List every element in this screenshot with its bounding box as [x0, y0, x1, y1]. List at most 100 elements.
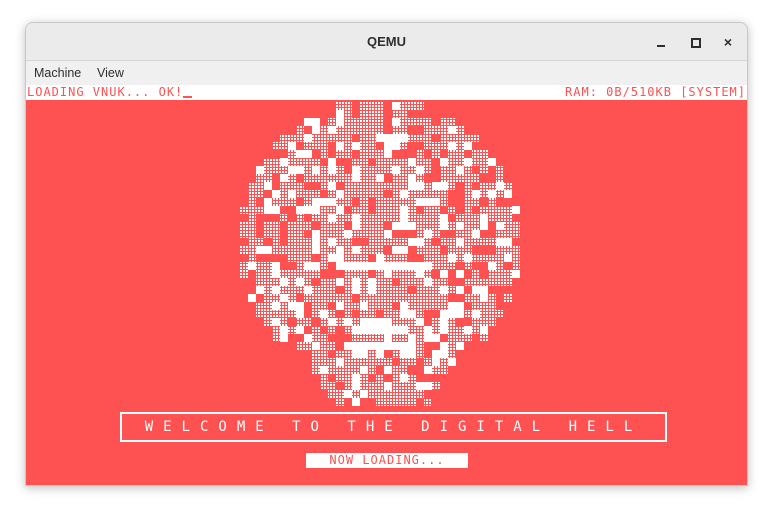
art-pixel	[304, 270, 312, 278]
art-pixel	[504, 222, 512, 230]
art-pixel	[472, 230, 480, 238]
vm-display[interactable]: LOADING VNUK... OK! RAM: 0B/510KB [SYSTE…	[26, 85, 747, 485]
art-pixel	[480, 254, 488, 262]
art-pixel	[280, 182, 288, 190]
art-pixel	[264, 286, 272, 294]
art-pixel	[312, 190, 320, 198]
art-pixel	[312, 166, 320, 174]
art-pixel	[320, 222, 328, 230]
art-pixel	[320, 166, 328, 174]
minimize-button[interactable]	[650, 31, 672, 53]
art-pixel	[464, 158, 472, 166]
art-pixel	[376, 110, 384, 118]
art-pixel	[392, 102, 400, 110]
art-pixel	[320, 374, 328, 382]
art-pixel	[376, 294, 384, 302]
title-bar[interactable]: QEMU ×	[26, 23, 747, 61]
art-pixel	[448, 166, 456, 174]
art-pixel	[344, 246, 352, 254]
art-pixel	[392, 254, 400, 262]
art-pixel	[320, 174, 328, 182]
art-pixel	[440, 366, 448, 374]
art-pixel	[448, 358, 456, 366]
art-pixel	[256, 190, 264, 198]
art-pixel	[344, 318, 352, 326]
art-pixel	[472, 174, 480, 182]
art-pixel	[416, 342, 424, 350]
art-pixel	[240, 246, 248, 254]
art-pixel	[448, 238, 456, 246]
art-pixel	[480, 166, 488, 174]
art-pixel	[456, 254, 464, 262]
art-pixel	[264, 222, 272, 230]
art-pixel	[336, 142, 344, 150]
art-pixel	[288, 134, 296, 142]
art-pixel	[360, 222, 368, 230]
art-pixel	[464, 294, 472, 302]
art-pixel	[376, 158, 384, 166]
art-pixel	[344, 238, 352, 246]
art-pixel	[384, 398, 392, 406]
art-pixel	[472, 222, 480, 230]
art-pixel	[376, 254, 384, 262]
close-button[interactable]: ×	[717, 31, 739, 53]
art-pixel	[344, 294, 352, 302]
menu-view[interactable]: View	[97, 61, 124, 85]
art-pixel	[368, 230, 376, 238]
art-pixel	[384, 166, 392, 174]
art-pixel	[296, 190, 304, 198]
art-pixel	[456, 214, 464, 222]
art-pixel	[464, 206, 472, 214]
art-pixel	[480, 150, 488, 158]
menu-machine[interactable]: Machine	[34, 61, 81, 85]
art-pixel	[360, 390, 368, 398]
art-pixel	[432, 206, 440, 214]
art-pixel	[456, 142, 464, 150]
art-pixel	[432, 334, 440, 342]
art-pixel	[328, 342, 336, 350]
art-pixel	[432, 366, 440, 374]
art-pixel	[296, 230, 304, 238]
art-pixel	[368, 142, 376, 150]
art-pixel	[352, 142, 360, 150]
art-pixel	[360, 334, 368, 342]
maximize-button[interactable]	[684, 31, 706, 53]
art-pixel	[424, 182, 432, 190]
art-pixel	[240, 270, 248, 278]
art-pixel	[480, 190, 488, 198]
art-pixel	[296, 302, 304, 310]
art-pixel	[384, 310, 392, 318]
art-pixel	[312, 358, 320, 366]
art-pixel	[512, 206, 520, 214]
art-pixel	[328, 366, 336, 374]
art-pixel	[352, 190, 360, 198]
art-pixel	[480, 310, 488, 318]
art-pixel	[384, 238, 392, 246]
art-pixel	[304, 142, 312, 150]
art-pixel	[456, 158, 464, 166]
art-pixel	[320, 342, 328, 350]
art-pixel	[408, 238, 416, 246]
art-pixel	[376, 230, 384, 238]
art-pixel	[400, 310, 408, 318]
art-pixel	[312, 350, 320, 358]
art-pixel	[320, 254, 328, 262]
art-pixel	[312, 142, 320, 150]
art-pixel	[304, 198, 312, 206]
art-pixel	[296, 286, 304, 294]
art-pixel	[440, 198, 448, 206]
art-pixel	[512, 254, 520, 262]
art-pixel	[344, 278, 352, 286]
art-pixel	[296, 318, 304, 326]
art-pixel	[496, 206, 504, 214]
art-pixel	[424, 126, 432, 134]
art-pixel	[472, 134, 480, 142]
art-pixel	[448, 350, 456, 358]
art-pixel	[416, 334, 424, 342]
art-pixel	[400, 222, 408, 230]
art-pixel	[392, 222, 400, 230]
art-pixel	[416, 190, 424, 198]
art-pixel	[440, 134, 448, 142]
art-pixel	[352, 382, 360, 390]
art-pixel	[504, 214, 512, 222]
